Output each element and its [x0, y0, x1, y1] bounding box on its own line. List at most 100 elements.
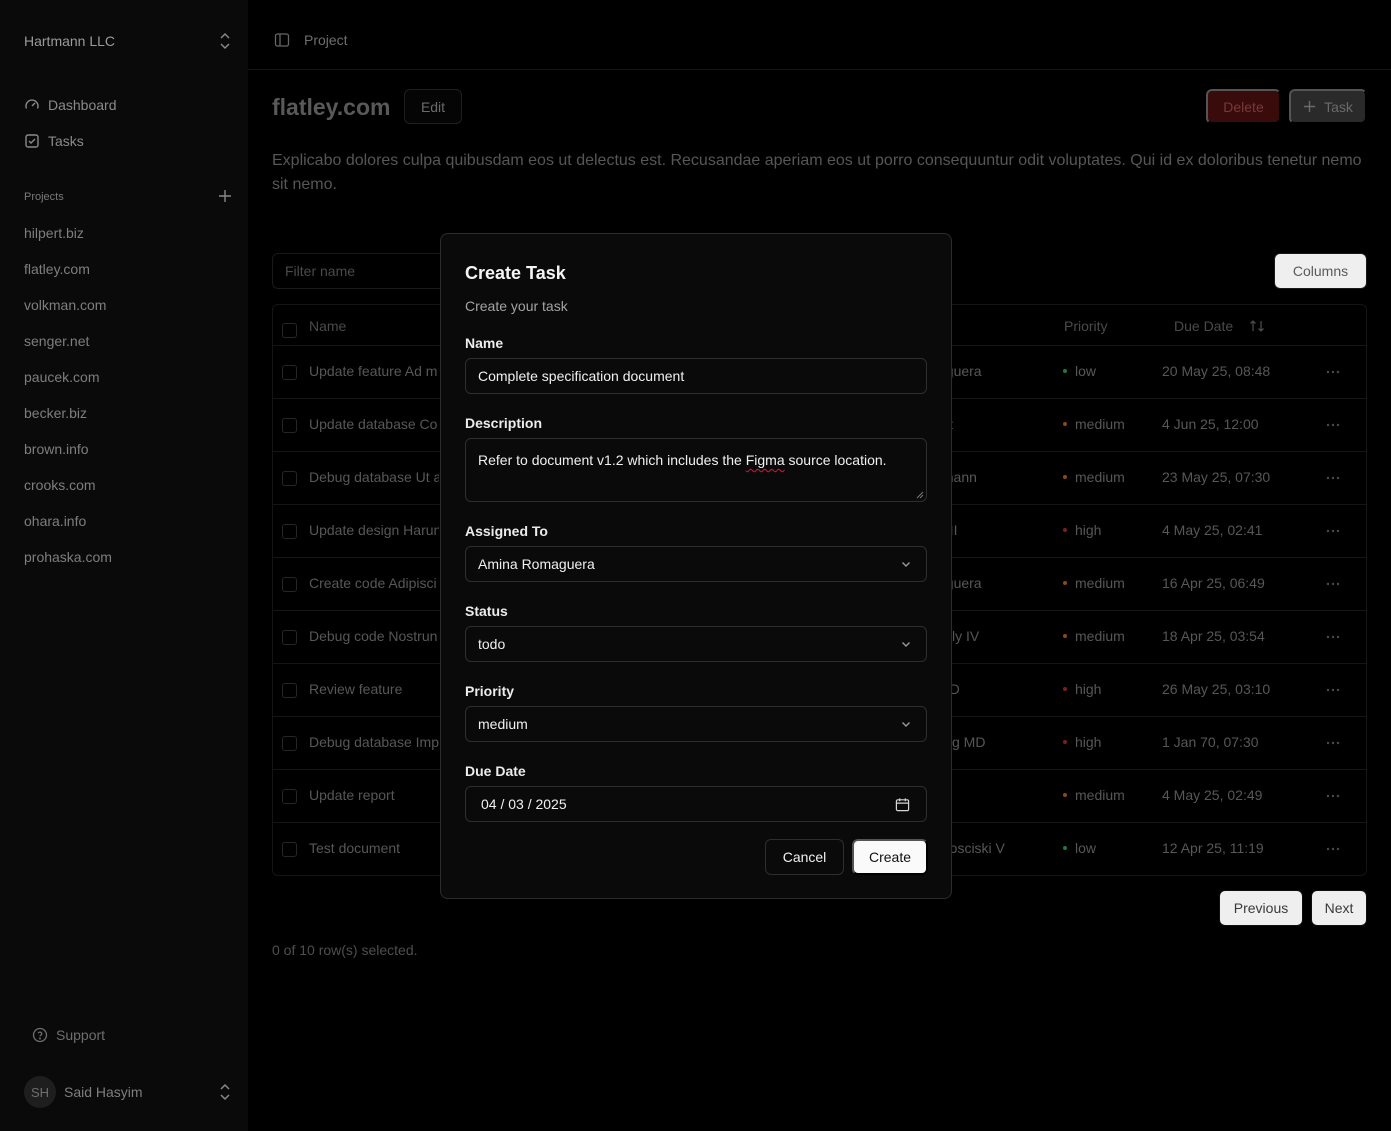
delete-project-button[interactable]: Delete	[1206, 89, 1281, 124]
calendar-icon[interactable]	[895, 797, 910, 812]
task-priority: high	[1063, 681, 1101, 697]
due-date-value: 04 / 03 / 2025	[481, 796, 567, 812]
user-menu[interactable]: SH Said Hasyim	[24, 1076, 232, 1108]
task-name[interactable]: Update feature Ad m	[309, 363, 439, 379]
row-checkbox[interactable]	[282, 789, 297, 804]
filter-input[interactable]: Filter name	[272, 253, 452, 289]
task-name[interactable]: Review feature	[309, 681, 439, 697]
priority-dot	[1063, 740, 1067, 744]
priority-dot	[1063, 475, 1067, 479]
task-name[interactable]: Test document	[309, 840, 439, 856]
column-header-due-date[interactable]: Due Date	[1174, 318, 1233, 334]
sidebar-project-ohara[interactable]: ohara.info	[24, 513, 86, 529]
priority-dot	[1063, 687, 1067, 691]
status-label: Status	[465, 603, 508, 619]
more-horizontal-icon[interactable]	[1325, 682, 1341, 698]
more-horizontal-icon[interactable]	[1325, 576, 1341, 592]
priority-text: medium	[1075, 469, 1125, 485]
sort-icon[interactable]	[1249, 318, 1265, 334]
row-checkbox[interactable]	[282, 365, 297, 380]
create-button[interactable]: Create	[852, 839, 928, 875]
add-project-icon[interactable]	[218, 189, 232, 203]
more-horizontal-icon[interactable]	[1325, 629, 1341, 645]
edit-project-button[interactable]: Edit	[404, 89, 462, 124]
row-checkbox[interactable]	[282, 471, 297, 486]
more-horizontal-icon[interactable]	[1325, 788, 1341, 804]
more-horizontal-icon[interactable]	[1325, 841, 1341, 857]
resize-grip-icon[interactable]	[916, 491, 924, 499]
org-switcher[interactable]: Hartmann LLC	[24, 32, 232, 50]
nav-tasks[interactable]: Tasks	[24, 131, 84, 151]
breadcrumb[interactable]: Project	[304, 32, 348, 48]
priority-text: medium	[1075, 787, 1125, 803]
task-name[interactable]: Debug database Ut a	[309, 469, 439, 485]
row-checkbox[interactable]	[282, 630, 297, 645]
task-due-date: 4 May 25, 02:49	[1162, 787, 1263, 803]
priority-text: medium	[1075, 628, 1125, 644]
sidebar-project-crooks[interactable]: crooks.com	[24, 477, 96, 493]
row-checkbox[interactable]	[282, 418, 297, 433]
select-all-checkbox[interactable]	[282, 323, 297, 338]
nav-dashboard[interactable]: Dashboard	[24, 95, 117, 115]
priority-text: high	[1075, 681, 1102, 697]
task-name[interactable]: Create code Adipisci	[309, 575, 439, 591]
sidebar-toggle-icon[interactable]	[274, 32, 290, 48]
priority-dot	[1063, 793, 1067, 797]
row-checkbox[interactable]	[282, 524, 297, 539]
name-input[interactable]: Complete specification document	[465, 358, 927, 394]
sidebar-project-senger[interactable]: senger.net	[24, 333, 89, 349]
task-priority: high	[1063, 522, 1101, 538]
sidebar-project-brown[interactable]: brown.info	[24, 441, 89, 457]
project-description: Explicabo dolores culpa quibusdam eos ut…	[272, 152, 1362, 193]
add-task-button[interactable]: Task	[1289, 89, 1367, 124]
column-header-priority[interactable]: Priority	[1064, 318, 1108, 334]
sidebar-project-paucek[interactable]: paucek.com	[24, 369, 99, 385]
column-header-name[interactable]: Name	[309, 318, 346, 334]
status-value: todo	[478, 636, 506, 652]
priority-text: low	[1075, 363, 1097, 379]
task-name[interactable]: Update database Co	[309, 416, 439, 432]
sidebar-project-flatley[interactable]: flatley.com	[24, 261, 90, 277]
next-page-button[interactable]: Next	[1311, 890, 1367, 926]
support-link[interactable]: Support	[32, 1027, 105, 1043]
page-title: flatley.com	[272, 94, 391, 120]
task-priority: low	[1063, 840, 1096, 856]
previous-page-button[interactable]: Previous	[1219, 890, 1303, 926]
row-checkbox[interactable]	[282, 736, 297, 751]
status-select[interactable]: todo	[465, 626, 927, 662]
more-horizontal-icon[interactable]	[1325, 523, 1341, 539]
selection-count: 0 of 10 row(s) selected.	[272, 942, 418, 958]
plus-icon	[1304, 100, 1316, 113]
due-date-input[interactable]: 04 / 03 / 2025	[465, 786, 927, 822]
more-horizontal-icon[interactable]	[1325, 470, 1341, 486]
priority-text: high	[1075, 734, 1102, 750]
sidebar-project-hilpert[interactable]: hilpert.biz	[24, 225, 84, 241]
task-name[interactable]: Debug database Imp	[309, 734, 439, 750]
more-horizontal-icon[interactable]	[1325, 735, 1341, 751]
columns-button[interactable]: Columns	[1274, 253, 1367, 289]
sidebar-project-becker[interactable]: becker.biz	[24, 405, 87, 421]
chevron-down-icon	[902, 562, 910, 567]
cancel-button[interactable]: Cancel	[765, 839, 844, 875]
row-checkbox[interactable]	[282, 842, 297, 857]
sidebar-project-volkman[interactable]: volkman.com	[24, 297, 106, 313]
task-name[interactable]: Update design Harun	[309, 522, 439, 538]
task-name[interactable]: Update report	[309, 787, 439, 803]
add-task-label: Task	[1324, 98, 1353, 115]
projects-heading-label: Projects	[24, 191, 64, 203]
sidebar-project-prohaska[interactable]: prohaska.com	[24, 549, 112, 565]
more-horizontal-icon[interactable]	[1325, 364, 1341, 380]
row-checkbox[interactable]	[282, 683, 297, 698]
task-priority: medium	[1063, 575, 1125, 591]
assigned-to-select[interactable]: Amina Romaguera	[465, 546, 927, 582]
description-textarea[interactable]: Refer to document v1.2 which includes th…	[465, 438, 927, 502]
task-priority: medium	[1063, 416, 1125, 432]
org-name: Hartmann LLC	[24, 33, 116, 49]
more-horizontal-icon[interactable]	[1325, 417, 1341, 433]
due-date-label: Due Date	[465, 763, 526, 779]
task-due-date: 26 May 25, 03:10	[1162, 681, 1271, 697]
priority-dot	[1063, 369, 1067, 373]
priority-select[interactable]: medium	[465, 706, 927, 742]
row-checkbox[interactable]	[282, 577, 297, 592]
task-name[interactable]: Debug code Nostrun	[309, 628, 439, 644]
